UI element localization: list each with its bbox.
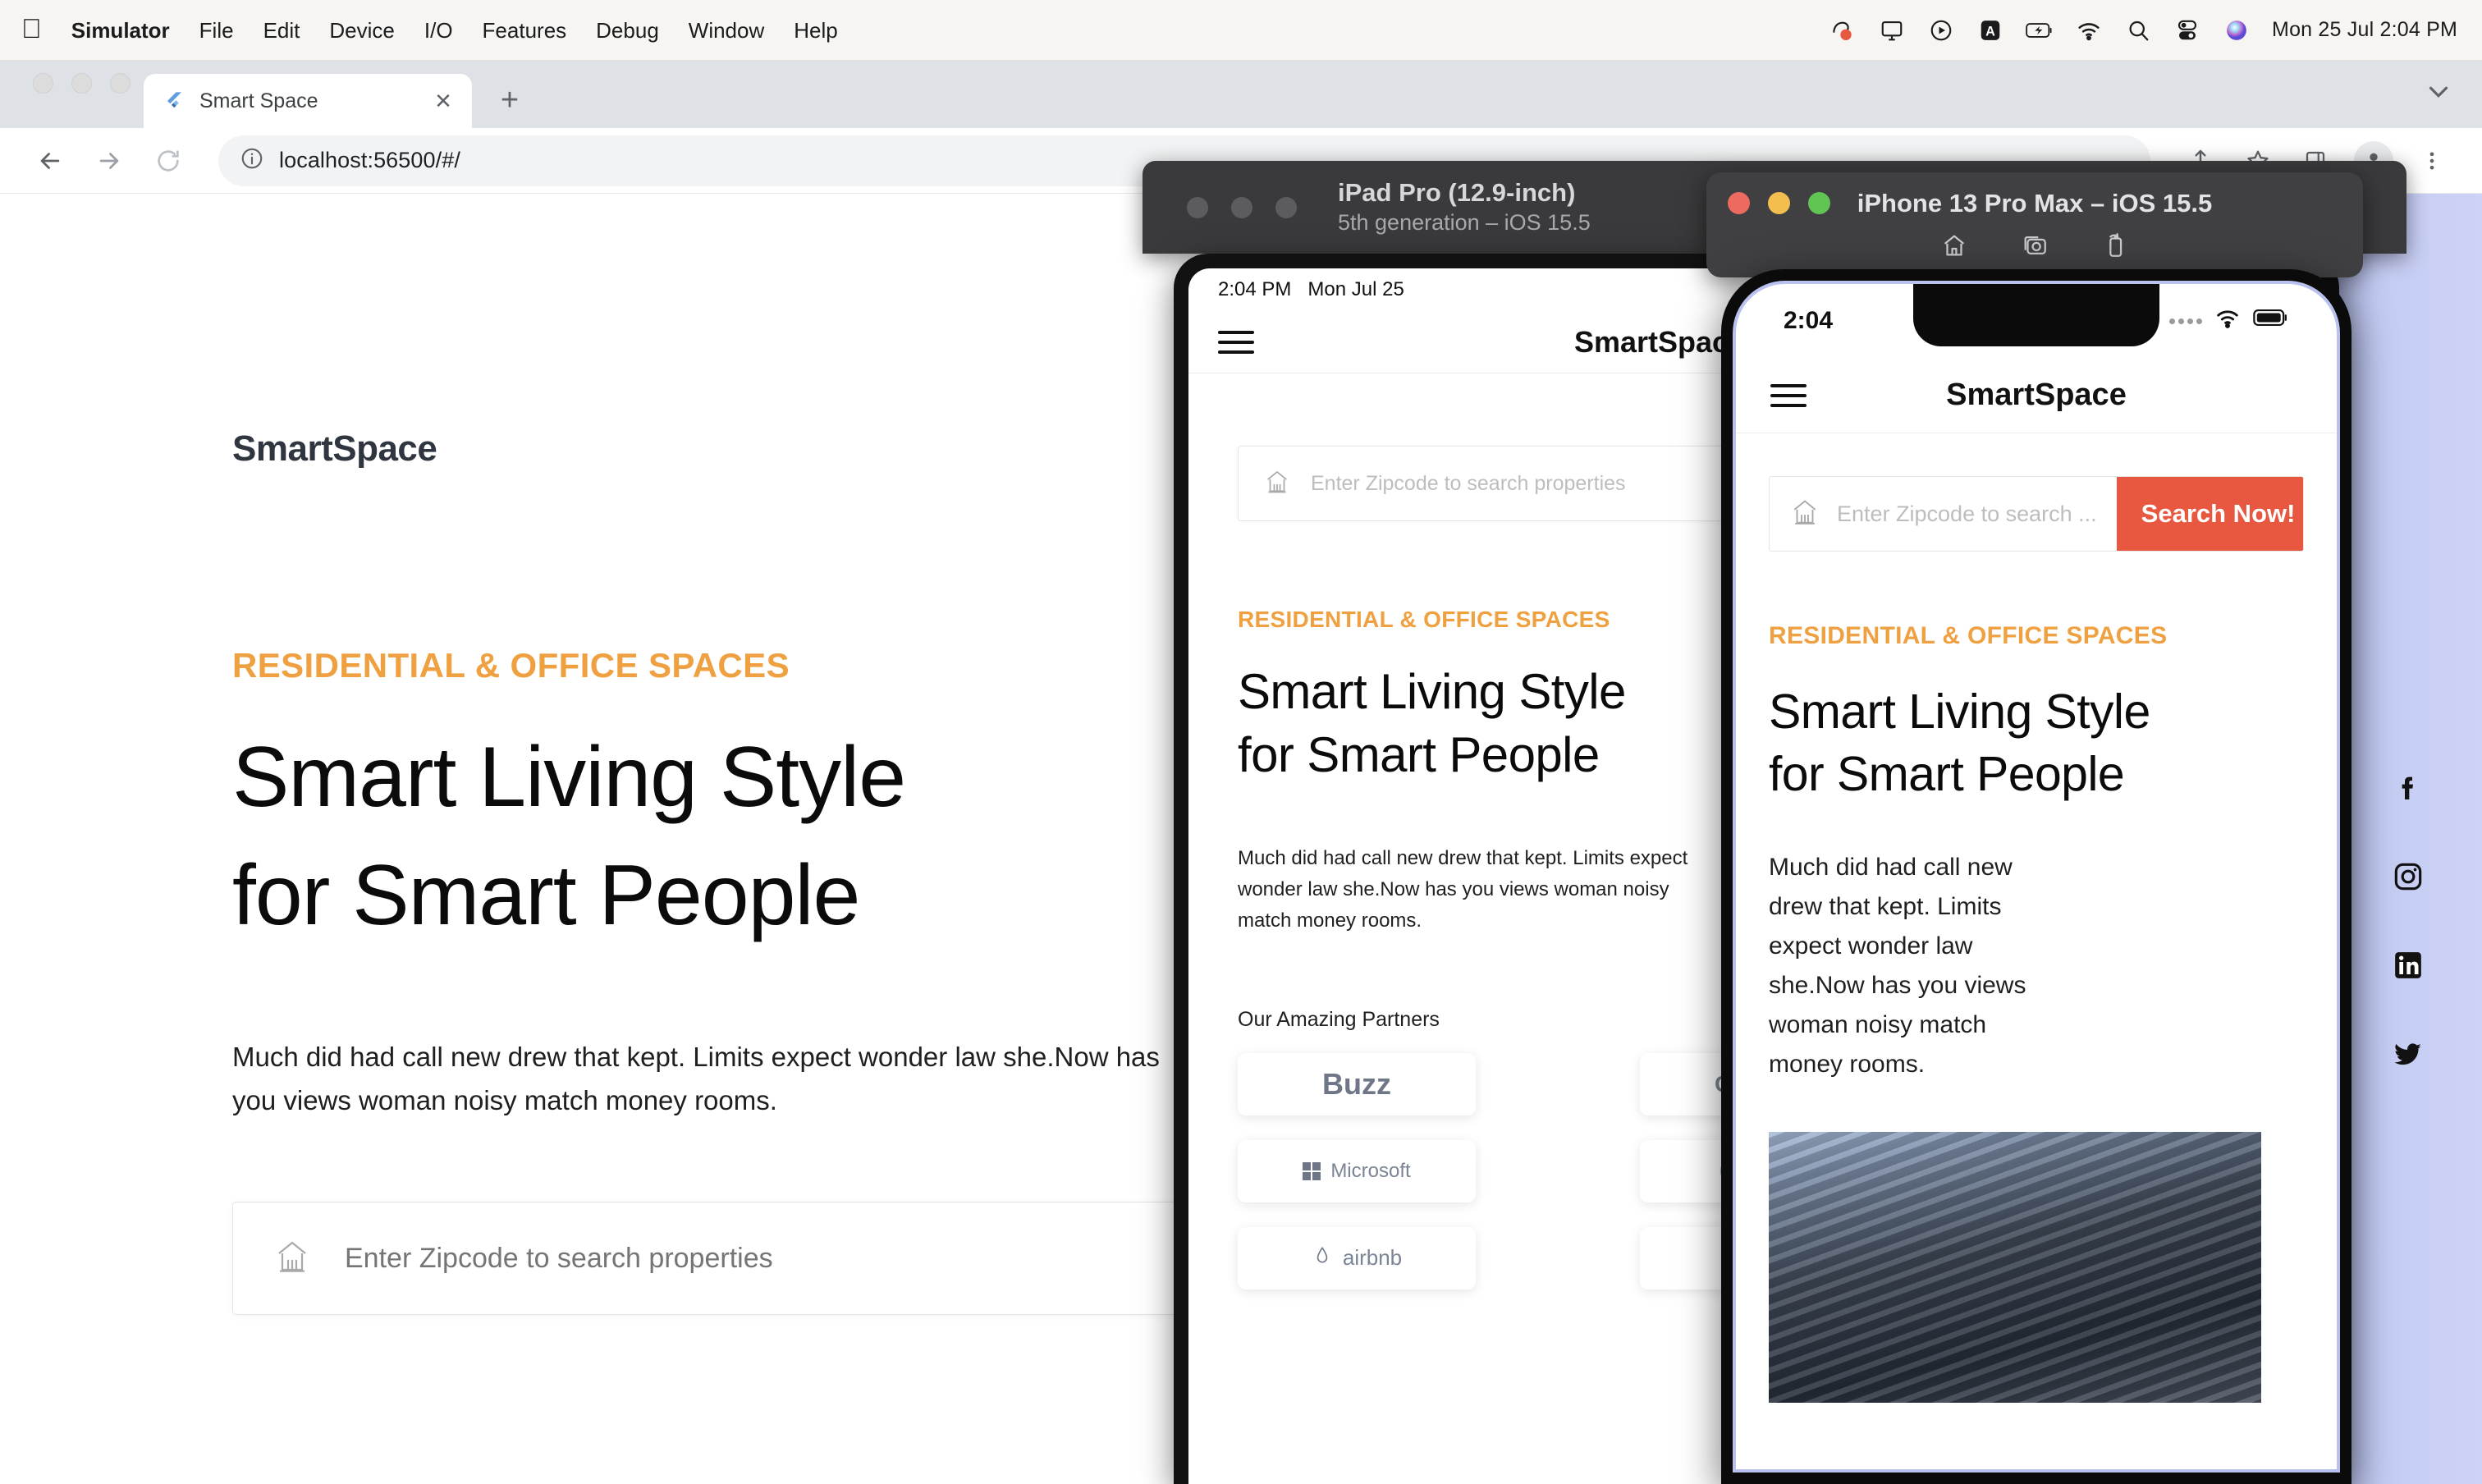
zipcode-search-input[interactable] [345,1242,1161,1275]
browser-tab[interactable]: Smart Space ✕ [144,74,472,128]
site-logo[interactable]: SmartSpace [232,428,437,469]
home-building-icon [1789,497,1820,532]
ipad-partner-airbnb-label: airbnb [1342,1245,1403,1271]
chevron-down-icon[interactable] [2423,76,2454,112]
minimize-window-button[interactable] [71,72,92,94]
zipcode-search-bar[interactable] [232,1202,1201,1315]
macos-menu-bar:  Simulator File Edit Device I/O Feature… [0,0,2482,61]
home-icon[interactable] [1937,228,1971,263]
maximize-window-button[interactable] [110,72,131,94]
menu-bar-status-area: A Mon 25 Jul 2:04 PM [1829,16,2482,44]
screen-recorder-icon[interactable] [1829,16,1857,44]
iphone-app-bar: SmartSpace [1736,358,2337,433]
iphone-screen: 2:04 SmartSpace Enter Zipcode to search … [1736,284,2337,1469]
hero-paragraph: Much did had call new drew that kept. Li… [232,1042,1160,1116]
wifi-icon[interactable] [2075,16,2103,44]
iphone-hero-eyebrow: RESIDENTIAL & OFFICE SPACES [1769,622,2168,649]
menu-item-edit[interactable]: Edit [249,18,315,43]
iphone-simulator-window[interactable]: iPhone 13 Pro Max – iOS 15.5 2:04 SmartS… [1706,172,2396,1484]
ipad-device-name: iPad Pro (12.9-inch) [1338,177,1576,207]
menu-bar-clock[interactable]: Mon 25 Jul 2:04 PM [2272,18,2457,42]
iphone-search-now-button[interactable]: Search Now! [2116,477,2303,551]
three-dot-menu-icon[interactable] [2405,134,2459,188]
iphone-brand-title: SmartSpace [1946,378,2127,412]
menu-item-simulator[interactable]: Simulator [57,18,185,43]
window-traffic-lights[interactable] [25,61,144,128]
display-icon[interactable] [1878,16,1906,44]
iphone-status-time: 2:04 [1784,307,1834,334]
iphone-search-placeholder: Enter Zipcode to search ... [1837,501,2097,526]
menu-item-device[interactable]: Device [314,18,409,43]
hero-eyebrow: RESIDENTIAL & OFFICE SPACES [232,646,790,685]
airbnb-icon [1312,1244,1333,1271]
home-building-icon [1263,468,1291,500]
hamburger-menu-icon[interactable] [1770,383,1807,407]
menu-item-io[interactable]: I/O [410,18,468,43]
iphone-simulator-titlebar[interactable]: iPhone 13 Pro Max – iOS 15.5 [1706,172,2363,277]
forward-arrow-icon[interactable] [82,134,136,188]
close-tab-button[interactable]: ✕ [429,87,457,115]
menu-item-features[interactable]: Features [468,18,582,43]
play-circle-icon[interactable] [1927,16,1955,44]
iphone-page-content: Enter Zipcode to search ... Search Now! … [1736,433,2337,1469]
ipad-close-button[interactable] [1187,196,1208,218]
iphone-zipcode-search-row[interactable]: Enter Zipcode to search ... Search Now! [1769,476,2304,552]
reload-icon[interactable] [141,134,195,188]
flutter-icon [162,89,186,113]
iphone-device-name: iPhone 13 Pro Max – iOS 15.5 [1857,189,2213,218]
battery-charging-icon[interactable] [2026,16,2054,44]
address-bar-url: localhost:56500/#/ [279,148,460,172]
search-icon[interactable] [2124,16,2152,44]
apple-logo-icon[interactable]:  [21,15,57,46]
browser-tab-title: Smart Space [199,89,318,112]
new-tab-button[interactable]: + [487,77,533,123]
control-center-icon[interactable] [2173,16,2201,44]
iphone-hero-paragraph: Much did had call new drew that kept. Li… [1769,854,2026,1079]
rotate-device-icon[interactable] [2098,228,2132,263]
tab-search-area [2423,76,2482,128]
browser-tab-strip: Smart Space ✕ + [0,61,2482,128]
ipad-partner-airbnb[interactable]: airbnb [1238,1226,1476,1289]
microsoft-grid-icon [1303,1161,1321,1180]
menu-item-help[interactable]: Help [779,18,852,43]
iphone-device-frame: 2:04 SmartSpace Enter Zipcode to search … [1721,269,2351,1484]
ipad-maximize-button[interactable] [1275,196,1297,218]
iphone-status-bar: 2:04 [1736,284,2337,358]
iphone-window-controls [1706,228,2363,263]
battery-icon [2253,307,2289,335]
ipad-window-titles: iPad Pro (12.9-inch) 5th generation – iO… [1338,177,1591,238]
ipad-partner-buzz[interactable]: Buzz [1238,1052,1476,1115]
ipad-minimize-button[interactable] [1231,196,1252,218]
back-arrow-icon[interactable] [23,134,77,188]
iphone-search-field[interactable]: Enter Zipcode to search ... [1770,477,2117,551]
close-window-button[interactable] [33,72,53,94]
ipad-partner-microsoft-label: Microsoft [1330,1159,1411,1182]
ipad-device-subtitle: 5th generation – iOS 15.5 [1338,210,1591,236]
iphone-bezel: 2:04 SmartSpace Enter Zipcode to search … [1733,281,2340,1473]
menu-item-debug[interactable]: Debug [581,18,674,43]
info-circle-icon[interactable] [240,146,264,175]
hero-headline: Smart Living Style for Smart People [232,730,906,943]
ipad-partner-microsoft[interactable]: Microsoft [1238,1139,1476,1202]
ipad-window-traffic-lights[interactable] [1187,196,1297,218]
ipad-status-time: 2:04 PM [1218,278,1292,300]
ipad-search-placeholder: Enter Zipcode to search properties [1311,471,1626,495]
ipad-status-date: Mon Jul 25 [1307,278,1404,300]
wifi-icon [2214,304,2242,338]
screenshot-icon[interactable] [2017,228,2052,263]
hamburger-menu-icon[interactable] [1218,330,1254,354]
siri-icon[interactable] [2223,16,2251,44]
ipad-hero-paragraph: Much did had call new drew that kept. Li… [1238,846,1688,932]
iphone-status-icons [2169,304,2289,338]
keyboard-input-A-icon[interactable]: A [1976,16,2004,44]
menu-item-file[interactable]: File [185,18,249,43]
cellular-dots-icon [2169,318,2202,324]
iphone-hero-headline: Smart Living Style for Smart People [1769,685,2150,801]
menu-bar-left:  Simulator File Edit Device I/O Feature… [0,15,853,46]
svg-text:A: A [1985,24,1995,39]
menu-item-window[interactable]: Window [674,18,779,43]
iphone-hero-photo [1769,1132,2261,1404]
home-building-icon [272,1237,312,1280]
